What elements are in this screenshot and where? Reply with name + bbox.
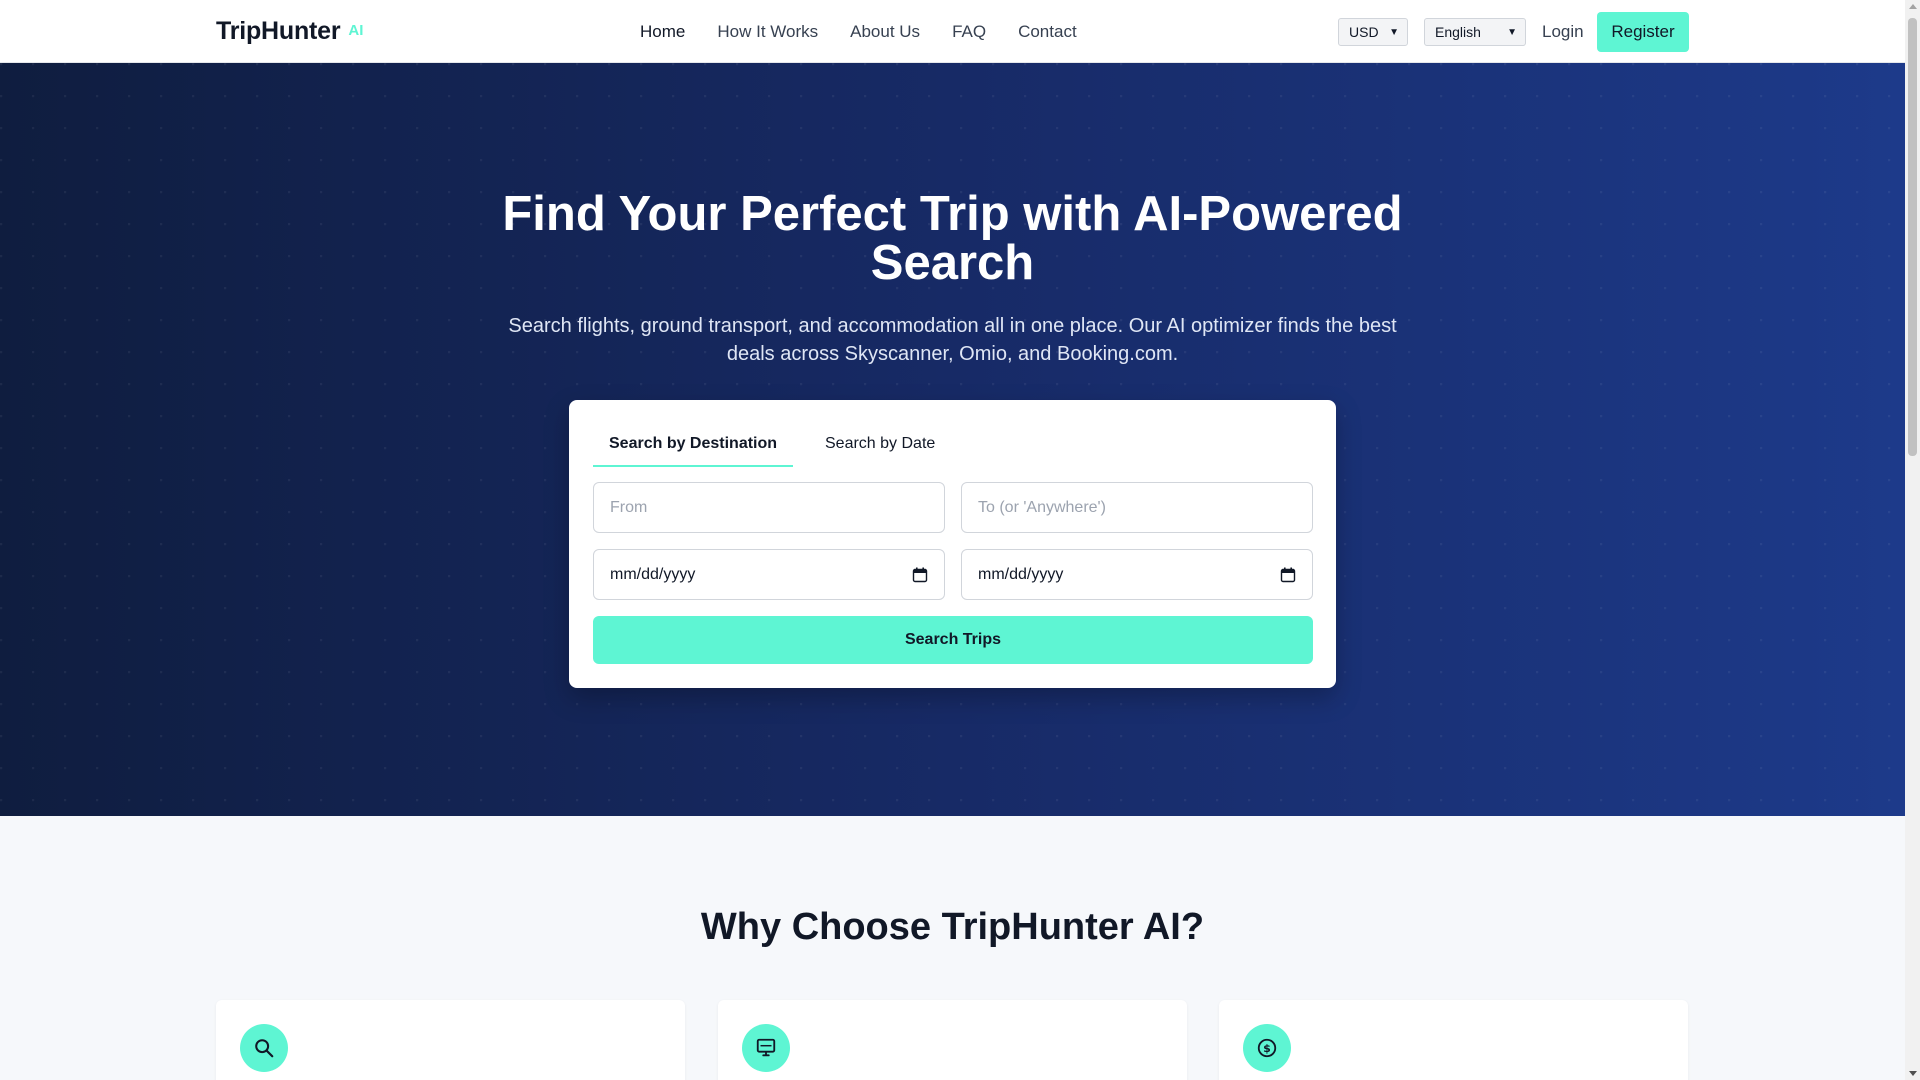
- scroll-thumb[interactable]: [1908, 18, 1917, 456]
- tab-search-by-date[interactable]: Search by Date: [825, 435, 935, 453]
- search-icon: [255, 1039, 274, 1058]
- hero-title: Find Your Perfect Trip with AI-Powered S…: [502, 187, 1403, 290]
- feature-card: $: [1219, 1000, 1688, 1080]
- chevron-down-icon: ▼: [1389, 26, 1399, 38]
- search-tabs: Search by Destination Search by Date: [593, 422, 1313, 468]
- feature-card: [718, 1000, 1187, 1080]
- scroll-down-arrow-icon[interactable]: [1909, 1071, 1917, 1076]
- active-tab-indicator: [593, 465, 793, 467]
- nav-about-us[interactable]: About Us: [850, 22, 920, 42]
- language-value: English: [1435, 24, 1481, 40]
- main-nav: Home How It Works About Us FAQ Contact: [640, 22, 1109, 42]
- monitor-icon: [756, 1038, 776, 1057]
- calendar-icon[interactable]: [912, 567, 928, 583]
- nav-how-it-works[interactable]: How It Works: [717, 22, 818, 42]
- feature-icon-badge: [240, 1024, 288, 1072]
- to-input[interactable]: To (or 'Anywhere'): [961, 482, 1313, 533]
- tab-search-by-destination[interactable]: Search by Destination: [609, 435, 777, 453]
- hero-subtitle: Search flights, ground transport, and ac…: [508, 315, 1397, 365]
- language-select[interactable]: English ▼: [1424, 18, 1526, 46]
- currency-select[interactable]: USD ▼: [1338, 18, 1408, 46]
- hero-section: Find Your Perfect Trip with AI-Powered S…: [0, 63, 1905, 816]
- to-placeholder: To (or 'Anywhere'): [978, 498, 1106, 516]
- feature-icon-badge: $: [1243, 1024, 1291, 1072]
- nav-contact[interactable]: Contact: [1018, 22, 1077, 42]
- end-date-value: mm/dd/yyyy: [978, 565, 1064, 583]
- search-trips-button[interactable]: Search Trips: [593, 616, 1313, 664]
- dollar-icon: $: [1257, 1038, 1277, 1058]
- logo-text: TripHunter: [216, 17, 341, 45]
- from-input[interactable]: From: [593, 482, 945, 533]
- currency-value: USD: [1349, 24, 1379, 40]
- end-date-input[interactable]: mm/dd/yyyy: [961, 549, 1313, 600]
- svg-text:$: $: [1263, 1042, 1271, 1055]
- scroll-up-arrow-icon[interactable]: [1909, 4, 1917, 9]
- nav-home[interactable]: Home: [640, 22, 685, 42]
- logo[interactable]: TripHunter AI: [216, 17, 363, 46]
- feature-card: [216, 1000, 685, 1080]
- register-button[interactable]: Register: [1597, 12, 1689, 52]
- from-placeholder: From: [610, 498, 648, 516]
- start-date-input[interactable]: mm/dd/yyyy: [593, 549, 945, 600]
- page-scrollbar[interactable]: [1905, 0, 1920, 1080]
- start-date-value: mm/dd/yyyy: [610, 565, 696, 583]
- login-link[interactable]: Login: [1542, 22, 1584, 42]
- feature-icon-badge: [742, 1024, 790, 1072]
- search-card: Search by Destination Search by Date Fro…: [569, 400, 1336, 688]
- features-heading: Why Choose TripHunter AI?: [700, 906, 1205, 948]
- page: TripHunter AI Home How It Works About Us…: [0, 0, 1905, 1080]
- nav-faq[interactable]: FAQ: [952, 22, 986, 42]
- top-navbar: TripHunter AI Home How It Works About Us…: [0, 0, 1905, 63]
- calendar-icon[interactable]: [1280, 567, 1296, 583]
- chevron-down-icon: ▼: [1507, 26, 1517, 38]
- logo-ai-badge: AI: [348, 22, 364, 39]
